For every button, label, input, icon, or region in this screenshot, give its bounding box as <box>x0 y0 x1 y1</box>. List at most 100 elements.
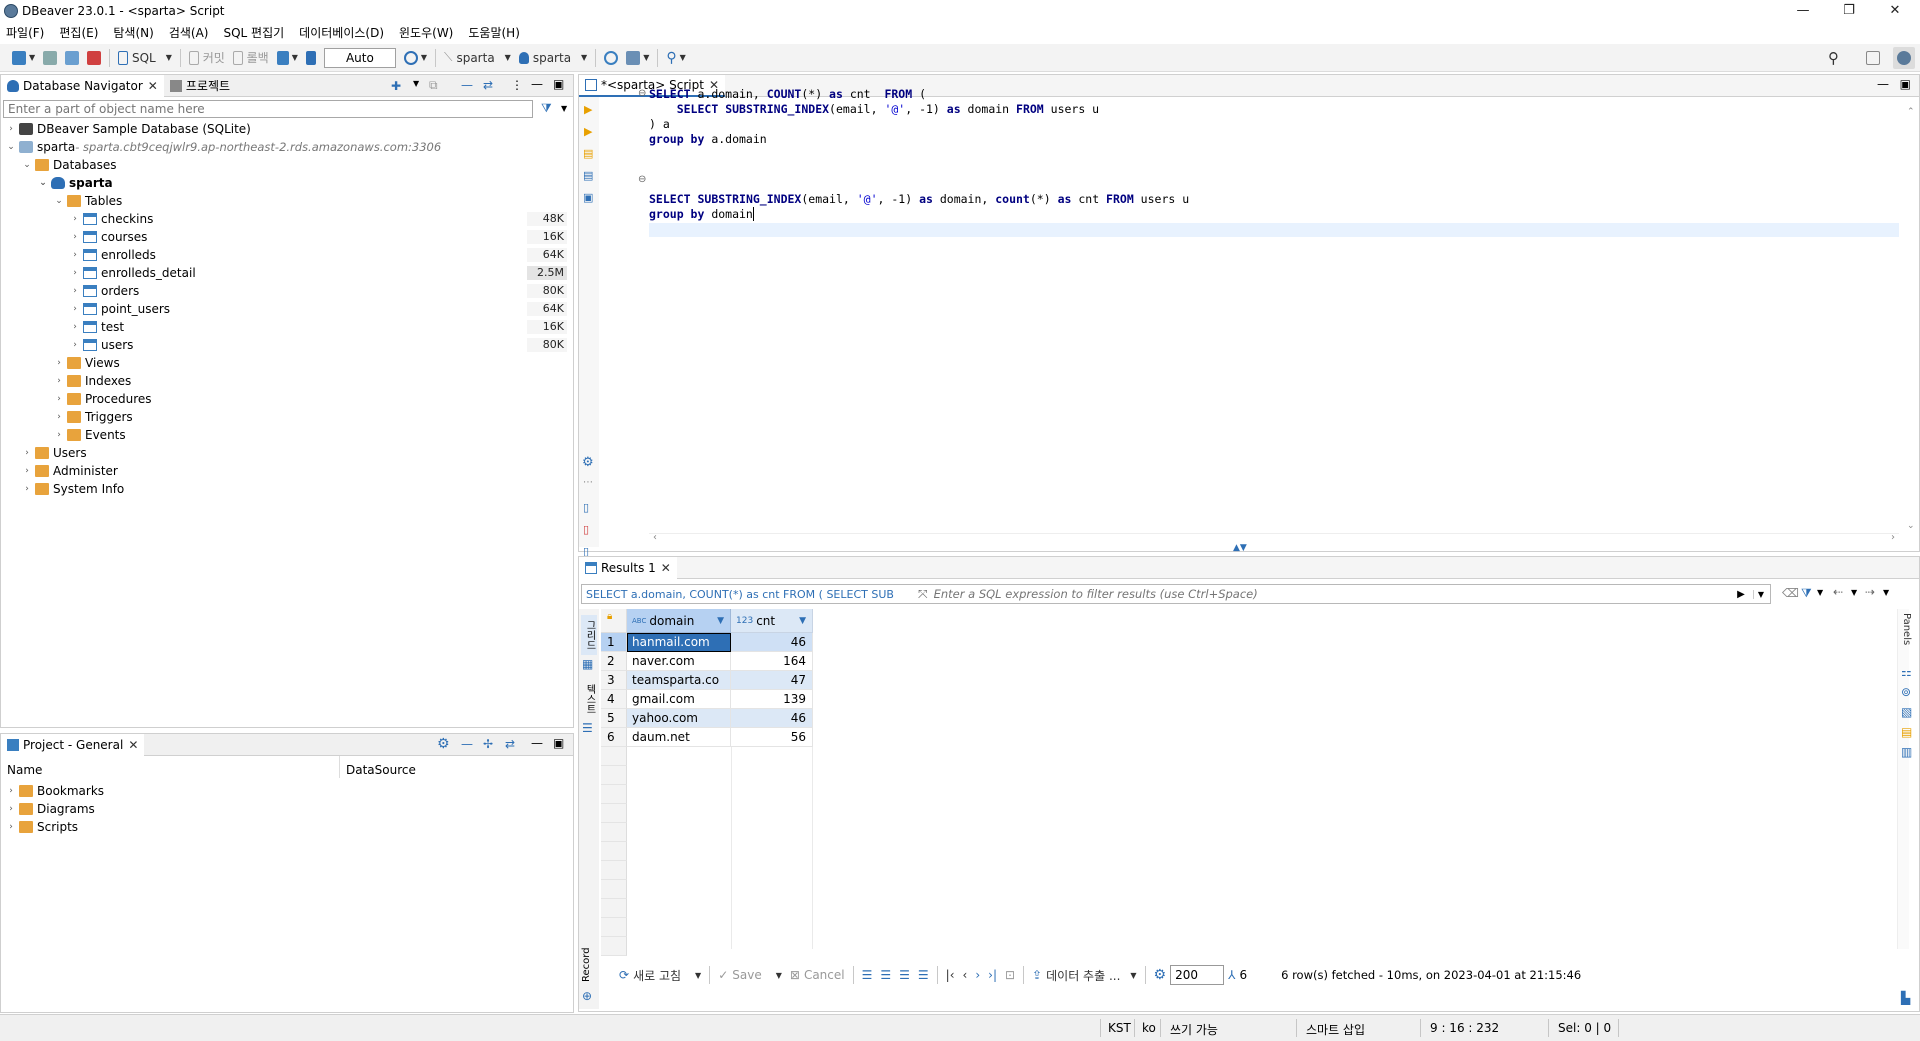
more-icon[interactable]: ⋯ <box>583 477 593 488</box>
column-header-datasource[interactable]: DataSource <box>346 763 416 777</box>
export-button[interactable]: ⇪ 데이터 추출 ... ▼ <box>1028 964 1141 986</box>
menu-window[interactable]: 윈도우(W) <box>399 24 453 41</box>
chevron-down-icon[interactable]: ▼ <box>561 104 567 113</box>
tree-item-table[interactable]: › point_users 64K <box>69 300 573 318</box>
tab-project-general[interactable]: Project - General ✕ <box>1 733 145 756</box>
cell-cnt[interactable]: 46 <box>731 709 813 728</box>
link-icon[interactable]: ⧉ <box>429 78 438 93</box>
close-icon[interactable]: ✕ <box>661 561 671 575</box>
chevron-right-icon[interactable]: › <box>69 264 81 282</box>
load-icon[interactable]: ▯ <box>583 523 589 536</box>
cell-cnt[interactable]: 47 <box>731 671 813 690</box>
column-header-cnt[interactable]: 123 cnt ▼ <box>731 609 813 633</box>
copy-row-button[interactable]: ☰ <box>895 964 914 986</box>
clear-filter-icon[interactable]: ⌫ <box>1782 586 1799 600</box>
sort-icon[interactable]: ▼ <box>799 616 806 626</box>
row-number[interactable]: 6 <box>601 728 627 747</box>
chevron-down-icon[interactable]: ▼ <box>413 79 419 88</box>
chevron-right-icon[interactable]: › <box>21 480 33 498</box>
datasource-selector[interactable]: ⟍ sparta ▼ <box>440 47 515 69</box>
gear-icon[interactable]: ⚙ <box>582 455 594 470</box>
menu-navigate[interactable]: 탐색(N) <box>113 24 153 41</box>
sql-text-area[interactable]: SELECT a.domain, COUNT(*) as cnt FROM ( … <box>649 87 1899 507</box>
perspective-button[interactable] <box>1862 47 1884 69</box>
chevron-right-icon[interactable]: › <box>53 390 65 408</box>
chevron-down-icon[interactable]: ▼ <box>1851 588 1857 597</box>
transaction-mode-button[interactable]: ▼ <box>273 47 302 69</box>
row-number[interactable]: 5 <box>601 709 627 728</box>
maximize-button[interactable]: ❐ <box>1826 0 1872 22</box>
tree-item-scripts[interactable]: › Scripts <box>5 818 78 836</box>
filter-icon[interactable]: ⧩ <box>541 101 552 116</box>
chevron-down-icon[interactable]: ▼ <box>1752 589 1764 599</box>
cell-domain[interactable]: yahoo.com <box>627 709 731 728</box>
chevron-right-icon[interactable]: › <box>53 372 65 390</box>
close-button[interactable]: ✕ <box>1872 0 1918 22</box>
grid-view-tab[interactable]: 그리드 <box>581 615 597 655</box>
tree-item-system-info[interactable]: › System Info <box>21 480 124 498</box>
save-button[interactable]: ✓ Save ▼ <box>714 964 786 986</box>
query-preview[interactable]: SELECT a.domain, COUNT(*) as cnt FROM ( … <box>582 588 912 601</box>
expand-icon[interactable]: ✢ <box>483 737 493 751</box>
chevron-right-icon[interactable]: › <box>69 336 81 354</box>
tree-item-events[interactable]: › Events <box>53 426 125 444</box>
fetch-size-input[interactable]: 200 <box>1170 965 1225 985</box>
tree-item-views[interactable]: › Views <box>53 354 120 372</box>
cell-cnt[interactable]: 164 <box>731 652 813 671</box>
chevron-right-icon[interactable]: › <box>69 282 81 300</box>
schema-selector[interactable]: sparta ▼ <box>515 47 591 69</box>
collapse-all-icon[interactable]: — <box>461 78 473 92</box>
menu-database[interactable]: 데이터베이스(D) <box>299 24 384 41</box>
minimize-icon[interactable]: — <box>531 736 543 750</box>
panel-toggle-icon[interactable]: ▙ <box>1901 991 1910 1005</box>
cell-cnt[interactable]: 56 <box>731 728 813 747</box>
next-page-button[interactable]: › <box>971 964 984 986</box>
menu-edit[interactable]: 편집(E) <box>59 24 98 41</box>
text-view-tab[interactable]: 텍스트 <box>581 679 597 719</box>
chevron-down-icon[interactable]: ⌄ <box>53 192 65 210</box>
cell-domain[interactable]: hanmail.com <box>627 633 731 652</box>
sync-icon[interactable]: ⇄ <box>505 737 515 751</box>
row-number[interactable]: 2 <box>601 652 627 671</box>
dashboard-button[interactable] <box>600 47 622 69</box>
panels-label[interactable]: Panels <box>1901 613 1912 645</box>
menu-file[interactable]: 파일(F) <box>6 24 44 41</box>
column-header-domain[interactable]: ABC domain ▼ <box>627 609 731 633</box>
global-search-button[interactable]: ⚲ <box>1824 47 1843 69</box>
cell-domain[interactable]: teamsparta.co <box>627 671 731 690</box>
chevron-right-icon[interactable]: › <box>21 444 33 462</box>
prev-page-button[interactable]: ‹ <box>959 964 972 986</box>
cancel-button[interactable]: ⊠ Cancel <box>786 964 849 986</box>
collapse-all-icon[interactable]: — <box>461 737 473 751</box>
refresh-button[interactable]: ⟳ 새로 고침 ▼ <box>615 964 705 986</box>
tree-item-table[interactable]: › courses 16K <box>69 228 573 246</box>
tree-item-table[interactable]: › enrolleds_detail 2.5M <box>69 264 573 282</box>
cell-cnt[interactable]: 139 <box>731 690 813 709</box>
table-icon[interactable]: ▤ <box>1901 725 1912 739</box>
expand-filter-icon[interactable]: ⤧ <box>918 587 928 602</box>
sql-editor-button[interactable]: SQL ▼ <box>114 47 176 69</box>
minimize-button[interactable]: — <box>1780 0 1826 22</box>
new-connection-button[interactable]: ▼ <box>8 47 39 69</box>
filter-icon[interactable]: ⧩ <box>1801 586 1812 601</box>
menu-search[interactable]: 검색(A) <box>169 24 209 41</box>
tree-item-indexes[interactable]: › Indexes <box>53 372 131 390</box>
tab-results-1[interactable]: Results 1 ✕ <box>579 556 677 579</box>
tree-item-procedures[interactable]: › Procedures <box>53 390 151 408</box>
cell-domain[interactable]: gmail.com <box>627 690 731 709</box>
tree-item-administer[interactable]: › Administer <box>21 462 118 480</box>
chevron-right-icon[interactable]: › <box>69 300 81 318</box>
row-number[interactable]: 4 <box>601 690 627 709</box>
chevron-right-icon[interactable]: › <box>53 426 65 444</box>
explain-plan-icon[interactable]: ▤ <box>583 169 593 182</box>
value-viewer-icon[interactable]: ⊚ <box>1901 685 1911 699</box>
cell-cnt[interactable]: 46 <box>731 633 813 652</box>
fold-icon[interactable]: ⊖ <box>638 174 646 185</box>
minimize-icon[interactable]: — <box>531 77 543 91</box>
disconnect-button[interactable] <box>83 47 105 69</box>
tree-item-sparta-connection[interactable]: ⌄ sparta - sparta.cbt9ceqjwlr9.ap-northea… <box>5 138 441 156</box>
results-filter-input[interactable] <box>933 587 1738 601</box>
tree-item-table[interactable]: › checkins 48K <box>69 210 573 228</box>
lock-button[interactable] <box>302 47 320 69</box>
chevron-down-icon[interactable]: ▼ <box>1817 588 1823 597</box>
